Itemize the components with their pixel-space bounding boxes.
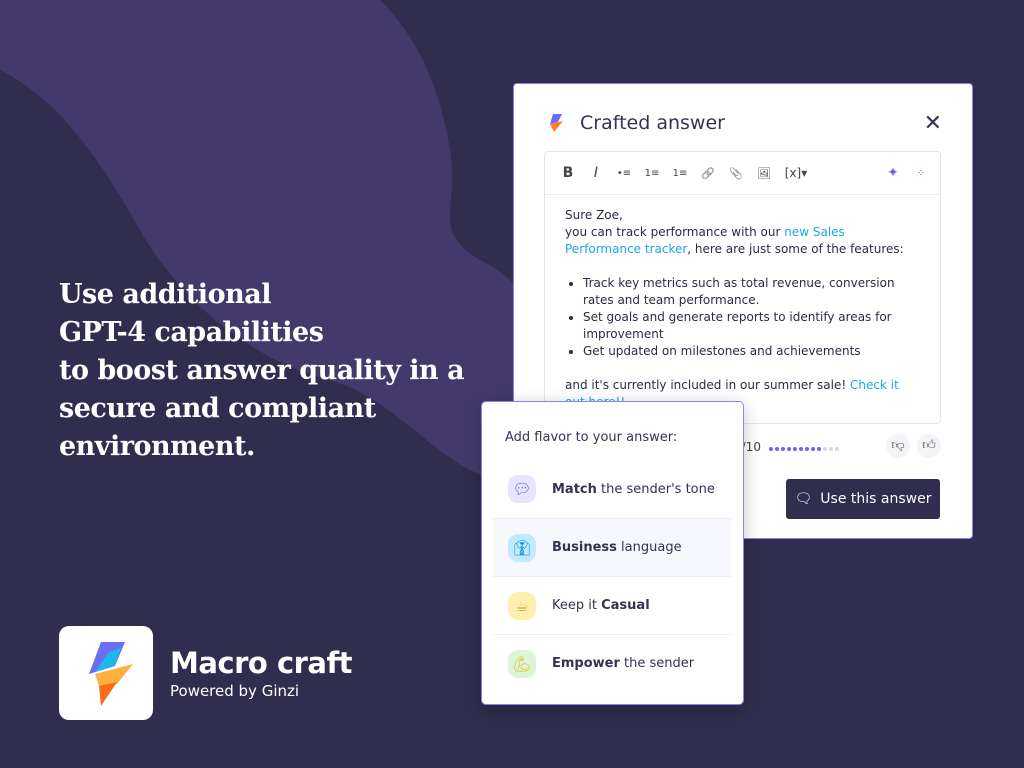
option-label: Match the sender's tone [552,481,715,497]
headline-line: GPT-4 capabilities [59,317,324,348]
button-label: Use this answer [820,491,932,507]
rating-dot [828,447,833,451]
rating-dot [798,447,803,451]
rating-dot [834,447,839,451]
link-icon[interactable]: 🔗 [699,167,717,180]
quality-rating: 8/10 [734,440,841,454]
rating-dot [774,447,779,451]
brand-name: Macro craft [170,646,352,680]
thumbs-down-button[interactable]: 👎︎ [886,434,910,458]
flavor-popup: Add flavor to your answer: 💬︎ Match the s… [482,402,743,704]
rating-dot [804,447,809,451]
lightning-bolt-icon [89,642,133,706]
rating-dot [810,447,815,451]
bold-button[interactable]: B [559,165,577,181]
lightning-bolt-icon [550,114,563,132]
bullet-list-button[interactable]: •≡ [615,168,633,179]
option-business-language[interactable]: 👔︎ Business language [493,518,731,576]
feature-item: Track key metrics such as total revenue,… [583,275,920,309]
answer-text[interactable]: Sure Zoe, you can track performance with… [545,195,940,423]
option-label: Keep it Casual [552,598,650,613]
answer-editor[interactable]: B I •≡ 1≡ 1≡ 🔗 📎 🖼 [x]▾ ✦ ⁘ Sure Zoe, yo… [544,151,941,424]
shirt-tie-icon: 👔︎ [508,533,536,562]
rating-dot [816,447,821,451]
headline-line: Use additional [59,279,271,310]
headline-line: to boost answer quality in a [59,355,465,386]
italic-button[interactable]: I [587,165,605,181]
magic-wand-icon[interactable]: ✦ [884,165,902,181]
option-label: Business language [552,540,682,555]
rating-dot [822,447,827,451]
headline-line: secure and compliant [59,393,376,424]
popup-title: Add flavor to your answer: [505,430,678,445]
flexed-arm-icon: 💪︎ [508,649,536,678]
coffee-mug-icon: ☕︎ [508,591,536,620]
attachment-icon[interactable]: 📎 [727,167,745,180]
feature-item: Set goals and generate reports to identi… [583,309,920,343]
greeting: Sure Zoe, [565,208,623,222]
option-label: Empower the sender [552,656,695,671]
text: , here are just some of the features: [687,242,904,256]
rating-dot [768,447,773,451]
feature-list: Track key metrics such as total revenue,… [583,275,920,360]
use-this-answer-button[interactable]: 🗨︎ Use this answer [786,479,940,519]
brand-tagline: Powered by Ginzi [170,682,300,700]
option-keep-casual[interactable]: ☕︎ Keep it Casual [493,576,731,634]
color-palette-icon[interactable]: ⁘ [912,168,930,179]
thumbs-up-button[interactable]: 👍︎ [917,434,941,458]
rating-dot [780,447,785,451]
card-title: Crafted answer [580,112,725,134]
chat-icon: 🗨︎ [794,491,813,507]
rating-dot [786,447,791,451]
rating-dot [792,447,797,451]
image-icon[interactable]: 🖼 [755,167,773,180]
headline: Use additional GPT-4 capabilities to boo… [59,276,465,466]
numbered-list-alt-button[interactable]: 1≡ [671,168,689,179]
text: and it's currently included in our summe… [565,378,851,392]
close-button[interactable]: ✕ [924,113,942,135]
rating-dots [768,440,841,454]
feature-item: Get updated on milestones and achievemen… [583,343,920,360]
speech-bubbles-icon: 💬︎ [508,475,536,503]
option-match-tone[interactable]: 💬︎ Match the sender's tone [493,460,731,518]
headline-line: environment. [59,431,255,462]
app-logo [59,626,153,720]
variable-button[interactable]: [x]▾ [783,166,809,180]
editor-toolbar: B I •≡ 1≡ 1≡ 🔗 📎 🖼 [x]▾ ✦ ⁘ [545,152,940,195]
option-empower-sender[interactable]: 💪︎ Empower the sender [493,634,731,692]
text: you can track performance with our [565,225,785,239]
numbered-list-button[interactable]: 1≡ [643,168,661,179]
